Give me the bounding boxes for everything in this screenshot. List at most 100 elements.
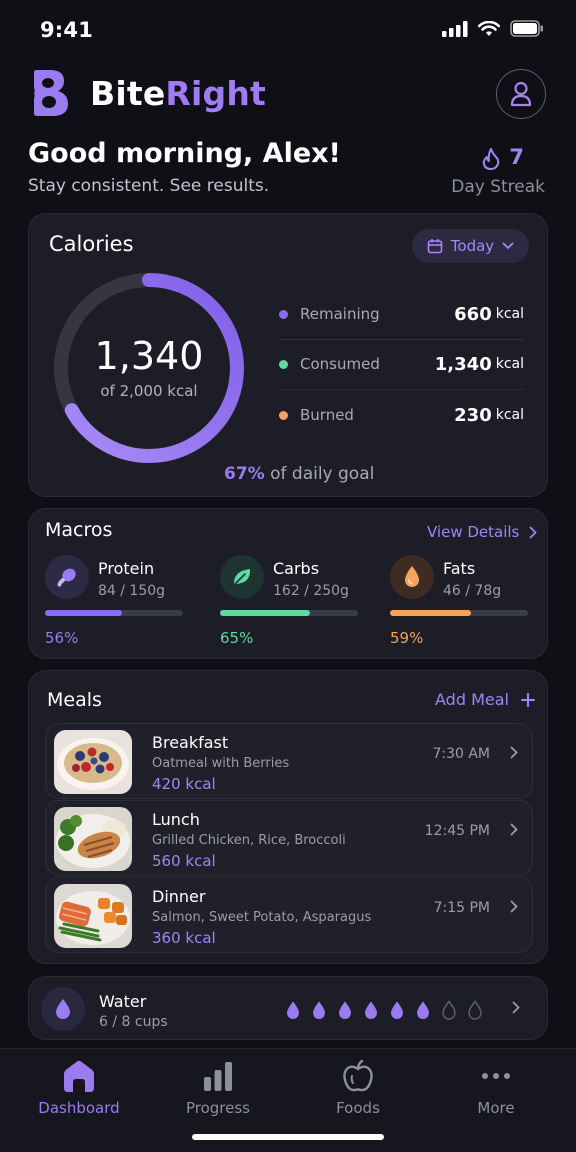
water-cup-filled-icon bbox=[365, 1001, 377, 1019]
meal-name: Lunch bbox=[152, 810, 200, 829]
add-meal-button[interactable]: Add Meal bbox=[435, 690, 535, 709]
macro-progress-track bbox=[220, 610, 358, 616]
calories-title: Calories bbox=[49, 232, 134, 256]
tab-foods[interactable]: Foods bbox=[303, 1059, 413, 1117]
macro-progress-track bbox=[45, 610, 183, 616]
water-drop-icon bbox=[41, 987, 85, 1031]
calorie-row-consumed: Consumed 1,340 kcal bbox=[279, 339, 524, 389]
calorie-row-label: Burned bbox=[300, 406, 354, 424]
goal-suffix: of daily goal bbox=[270, 464, 375, 484]
leaf-icon bbox=[220, 555, 264, 599]
oatmeal-image bbox=[54, 730, 132, 794]
macro-fats[interactable]: Fats 46 / 78g 59% bbox=[390, 555, 540, 655]
macro-percent: 56% bbox=[45, 629, 79, 647]
chevron-right-icon bbox=[510, 746, 518, 759]
view-details-link[interactable]: View Details bbox=[427, 523, 538, 541]
tab-more[interactable]: More bbox=[441, 1059, 551, 1117]
meal-row-dinner[interactable]: Dinner Salmon, Sweet Potato, Asparagus 3… bbox=[45, 877, 533, 953]
macro-progress-fill bbox=[45, 610, 123, 616]
calories-consumed: 1,340 bbox=[94, 334, 204, 378]
period-label: Today bbox=[450, 237, 495, 255]
chevron-down-icon bbox=[502, 242, 514, 250]
meal-description: Grilled Chicken, Rice, Broccoli bbox=[152, 833, 346, 848]
goal-percent: 67% bbox=[224, 464, 265, 484]
daily-goal-progress: 67% of daily goal bbox=[224, 464, 374, 484]
bar-chart-icon bbox=[204, 1062, 232, 1091]
calorie-row-label: Remaining bbox=[300, 305, 380, 323]
chevron-right-icon bbox=[529, 526, 538, 538]
greeting-title: Good morning, Alex! bbox=[28, 138, 341, 169]
macro-name: Fats bbox=[443, 559, 476, 578]
macro-percent: 59% bbox=[390, 629, 424, 647]
apple-icon bbox=[343, 1059, 373, 1092]
profile-button[interactable] bbox=[496, 69, 546, 119]
view-details-label: View Details bbox=[427, 523, 520, 541]
water-cup-filled-icon bbox=[287, 1001, 299, 1019]
user-icon bbox=[510, 81, 532, 107]
calorie-row-unit: kcal bbox=[495, 356, 524, 372]
brand-part-1: Bite bbox=[90, 74, 166, 113]
water-title: Water bbox=[99, 992, 147, 1011]
macro-name: Protein bbox=[98, 559, 155, 578]
meal-row-lunch[interactable]: Lunch Grilled Chicken, Rice, Broccoli 56… bbox=[45, 800, 533, 876]
calendar-icon bbox=[427, 239, 443, 254]
period-selector[interactable]: Today bbox=[412, 229, 529, 263]
water-cup-filled-icon bbox=[417, 1001, 429, 1019]
chevron-right-icon bbox=[510, 823, 518, 836]
brand-name: BiteRight bbox=[90, 74, 266, 113]
drumstick-icon bbox=[45, 555, 89, 599]
salmon-plate-image bbox=[54, 884, 132, 948]
meal-time: 12:45 PM bbox=[424, 823, 490, 839]
meal-kcal: 420 kcal bbox=[152, 775, 216, 793]
meal-time: 7:30 AM bbox=[432, 746, 490, 762]
calorie-row-label: Consumed bbox=[300, 355, 380, 373]
burned-dot bbox=[279, 410, 288, 420]
macros-title: Macros bbox=[45, 519, 113, 541]
calorie-row-burned: Burned 230 kcal bbox=[279, 390, 524, 440]
add-meal-label: Add Meal bbox=[435, 690, 509, 709]
battery-icon bbox=[510, 20, 543, 37]
meals-card: Meals Add Meal Breakfast Oatmeal with Be… bbox=[28, 670, 548, 964]
calorie-row-value: 230 bbox=[454, 404, 492, 426]
wifi-icon bbox=[478, 20, 500, 36]
tab-label: Dashboard bbox=[38, 1099, 120, 1117]
macro-amount: 46 / 78g bbox=[443, 583, 502, 599]
tab-label: Foods bbox=[336, 1099, 380, 1117]
chevron-right-icon bbox=[510, 900, 518, 913]
cellular-signal-icon bbox=[442, 20, 468, 37]
more-dots-icon bbox=[482, 1073, 510, 1079]
flame-icon bbox=[482, 148, 500, 170]
meal-kcal: 360 kcal bbox=[152, 929, 216, 947]
meal-description: Oatmeal with Berries bbox=[152, 756, 290, 771]
drop-icon bbox=[390, 555, 434, 599]
meal-row-breakfast[interactable]: Breakfast Oatmeal with Berries 420 kcal … bbox=[45, 723, 533, 799]
tab-dashboard[interactable]: Dashboard bbox=[24, 1059, 134, 1117]
water-cup-empty-icon bbox=[442, 1000, 456, 1020]
macro-protein[interactable]: Protein 84 / 150g 56% bbox=[45, 555, 195, 655]
macros-card: Macros View Details Protein 84 / 150g 56… bbox=[28, 508, 548, 659]
status-icons bbox=[442, 20, 544, 37]
meal-name: Dinner bbox=[152, 887, 206, 906]
logo-icon bbox=[30, 70, 68, 116]
calories-card: Calories Today 1,340 of 2,000 kcal Remai… bbox=[28, 213, 548, 497]
macro-progress-track bbox=[390, 610, 528, 616]
tab-label: More bbox=[477, 1099, 515, 1117]
water-card[interactable]: Water 6 / 8 cups bbox=[28, 976, 548, 1040]
macro-name: Carbs bbox=[273, 559, 320, 578]
meal-kcal: 560 kcal bbox=[152, 852, 216, 870]
macro-percent: 65% bbox=[220, 629, 254, 647]
calorie-row-unit: kcal bbox=[495, 407, 524, 423]
calorie-row-unit: kcal bbox=[495, 306, 524, 322]
macro-carbs[interactable]: Carbs 162 / 250g 65% bbox=[220, 555, 370, 655]
home-icon bbox=[64, 1060, 94, 1092]
calorie-row-value: 1,340 bbox=[434, 353, 492, 375]
calorie-row-remaining: Remaining 660 kcal bbox=[279, 289, 524, 339]
brand-part-2: Right bbox=[165, 74, 267, 113]
macro-progress-fill bbox=[390, 610, 472, 616]
meal-name: Breakfast bbox=[152, 733, 229, 752]
macro-progress-fill bbox=[220, 610, 310, 616]
macro-amount: 84 / 150g bbox=[98, 583, 166, 599]
chevron-right-icon bbox=[512, 1001, 520, 1014]
calorie-row-value: 660 bbox=[454, 303, 492, 325]
tab-progress[interactable]: Progress bbox=[163, 1059, 273, 1117]
